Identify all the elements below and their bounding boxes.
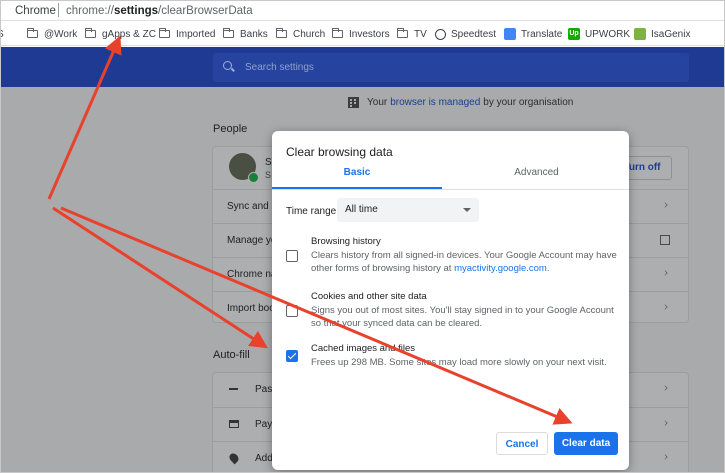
bookmark-item[interactable]: gApps & ZC bbox=[84, 27, 156, 41]
bookmark-label: Imported bbox=[176, 28, 216, 40]
bookmark-label: @Work bbox=[44, 28, 78, 40]
time-range-value: All time bbox=[345, 204, 378, 215]
tab-divider bbox=[272, 189, 629, 190]
bookmarks-bar: S @Work gApps & ZC Imported Banks Church… bbox=[1, 22, 724, 46]
time-range-select[interactable]: All time bbox=[337, 198, 479, 222]
option-description: Signs you out of most sites. You'll stay… bbox=[311, 305, 614, 329]
option-description: Frees up 298 MB. Some sites may load mor… bbox=[311, 357, 607, 368]
bookmark-item[interactable]: Church bbox=[275, 27, 326, 41]
option-description: Clears history from all signed-in device… bbox=[311, 250, 617, 274]
dropdown-arrow-icon bbox=[463, 208, 471, 212]
bookmark-item[interactable]: Imported bbox=[158, 27, 216, 41]
tab-advanced[interactable]: Advanced bbox=[444, 167, 629, 189]
bookmark-label: Banks bbox=[240, 28, 268, 40]
time-range-label: Time range bbox=[286, 206, 337, 217]
bookmark-item[interactable]: S bbox=[1, 27, 4, 41]
browser-label: Chrome bbox=[15, 5, 56, 17]
managed-text: by your organisation bbox=[483, 97, 574, 108]
managed-text: Your bbox=[367, 97, 388, 108]
bookmark-item[interactable]: TV bbox=[396, 27, 427, 41]
bookmark-label: Church bbox=[293, 28, 326, 40]
browsing-history-checkbox[interactable] bbox=[286, 250, 298, 262]
location-pin-icon bbox=[227, 451, 241, 465]
bookmark-label: S bbox=[1, 29, 4, 40]
folder-icon bbox=[396, 28, 408, 38]
browser-window: Chrome chrome://settings/clearBrowserDat… bbox=[0, 0, 725, 473]
folder-icon bbox=[26, 28, 38, 38]
folder-icon bbox=[331, 28, 343, 38]
bookmark-item[interactable]: Speedtest bbox=[435, 27, 496, 41]
tab-basic[interactable]: Basic bbox=[272, 167, 442, 189]
section-title-autofill: Auto-fill bbox=[213, 349, 250, 361]
row-label: Chrome na bbox=[227, 269, 277, 280]
profile-name: S bbox=[265, 157, 272, 168]
isagenix-icon bbox=[634, 28, 646, 40]
sync-icon bbox=[248, 172, 259, 183]
upwork-icon: Up bbox=[568, 28, 580, 40]
translate-icon bbox=[504, 28, 516, 40]
bookmark-item[interactable]: Investors bbox=[331, 27, 390, 41]
bookmark-item[interactable]: Up UPWORK bbox=[568, 27, 630, 41]
search-icon bbox=[223, 61, 232, 70]
chevron-right-icon bbox=[662, 304, 668, 310]
url-text[interactable]: chrome://settings/clearBrowserData bbox=[66, 5, 253, 17]
bookmark-label: Speedtest bbox=[451, 28, 497, 40]
bookmark-label: UPWORK bbox=[585, 28, 630, 40]
managed-link[interactable]: browser is managed bbox=[390, 97, 480, 108]
speedometer-icon bbox=[435, 28, 446, 40]
cancel-button[interactable]: Cancel bbox=[496, 432, 548, 455]
chevron-right-icon bbox=[662, 270, 668, 276]
dialog-title: Clear browsing data bbox=[286, 145, 393, 159]
bookmark-item[interactable]: Banks bbox=[222, 27, 268, 41]
bookmark-label: TV bbox=[414, 28, 427, 40]
managed-notice: Your browser is managed by your organisa… bbox=[348, 97, 573, 108]
chevron-right-icon bbox=[662, 454, 668, 460]
profile-email: S bbox=[265, 170, 272, 180]
cached-images-checkbox[interactable] bbox=[286, 350, 298, 362]
folder-icon bbox=[158, 28, 170, 38]
address-separator bbox=[58, 3, 59, 17]
bookmark-label: Translate bbox=[521, 28, 563, 40]
clear-data-button[interactable]: Clear data bbox=[554, 432, 618, 455]
row-label: Manage yo bbox=[227, 235, 277, 246]
search-placeholder: Search settings bbox=[245, 62, 314, 73]
chevron-right-icon bbox=[662, 202, 668, 208]
row-label: Import boo bbox=[227, 303, 275, 314]
external-link-icon bbox=[660, 235, 670, 245]
bookmark-item[interactable]: IsaGenix bbox=[634, 27, 690, 41]
active-tab-indicator bbox=[272, 187, 442, 189]
option-title: Cookies and other site data bbox=[311, 291, 427, 302]
clear-browsing-data-dialog: Clear browsing data Basic Advanced Time … bbox=[272, 131, 629, 470]
bookmark-label: Investors bbox=[349, 28, 390, 40]
search-input[interactable]: Search settings bbox=[213, 53, 689, 82]
cookies-checkbox[interactable] bbox=[286, 305, 298, 317]
chevron-right-icon bbox=[662, 385, 668, 391]
avatar bbox=[229, 153, 259, 183]
address-bar[interactable]: Chrome chrome://settings/clearBrowserDat… bbox=[1, 1, 724, 21]
myactivity-link[interactable]: myactivity.google.com bbox=[454, 263, 547, 274]
folder-icon bbox=[275, 28, 287, 38]
bookmark-label: gApps & ZC bbox=[102, 28, 156, 40]
folder-icon bbox=[222, 28, 234, 38]
key-icon bbox=[229, 388, 238, 392]
section-title-people: People bbox=[213, 123, 248, 135]
option-title: Browsing history bbox=[311, 236, 381, 247]
folder-icon bbox=[84, 28, 96, 38]
bookmark-label: IsaGenix bbox=[651, 28, 691, 40]
chevron-right-icon bbox=[662, 420, 668, 426]
credit-card-icon bbox=[229, 420, 239, 428]
building-icon bbox=[348, 97, 359, 108]
option-title: Cached images and files bbox=[311, 343, 416, 354]
bookmark-item[interactable]: Translate bbox=[504, 27, 562, 41]
bookmark-item[interactable]: @Work bbox=[26, 27, 78, 41]
